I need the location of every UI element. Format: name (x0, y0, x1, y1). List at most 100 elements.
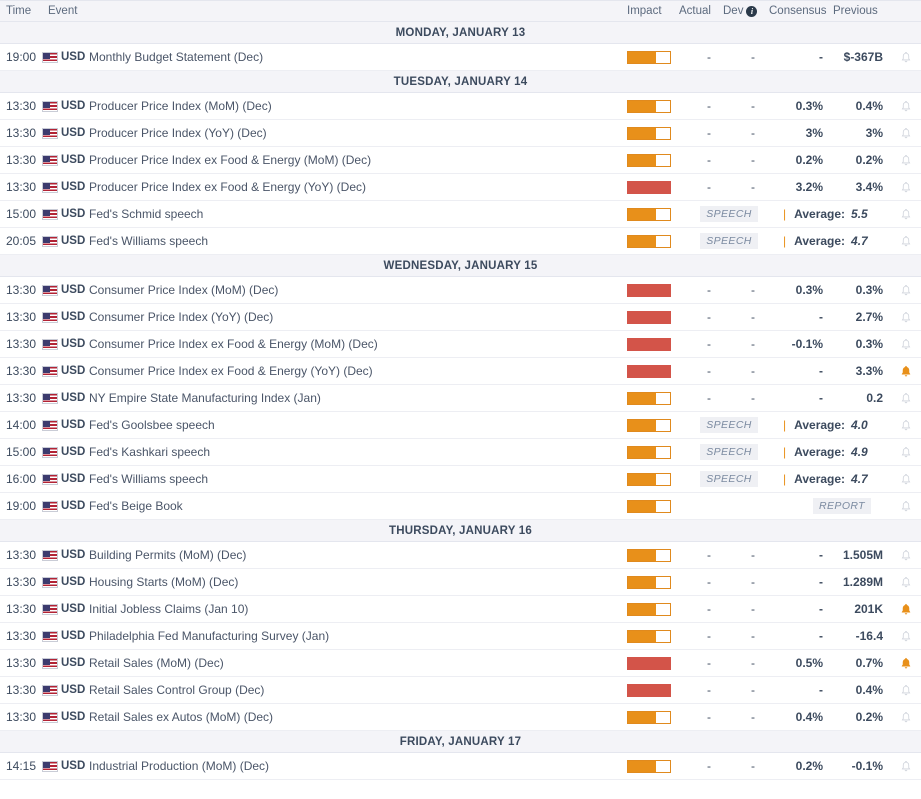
calendar-body: MONDAY, JANUARY 13 19:00 USD Monthly Budget… (0, 22, 921, 780)
alert-bell-button[interactable] (891, 549, 921, 562)
impact-bar-high (627, 283, 671, 297)
cell-event-name[interactable]: Monthly Budget Statement (Dec) (83, 50, 627, 64)
alert-bell-button[interactable] (891, 181, 921, 194)
alert-bell-button[interactable] (891, 576, 921, 589)
speech-average-value: 5.5 (851, 207, 868, 221)
alert-bell-button[interactable] (891, 365, 921, 378)
cell-time: 13:30 (6, 283, 37, 297)
table-row[interactable]: 13:30 USD Consumer Price Index ex Food & E… (0, 358, 921, 385)
alert-bell-button[interactable] (891, 284, 921, 297)
table-row[interactable]: 15:00 USD Fed's Schmid speech SPEECH | Averag… (0, 201, 921, 228)
cell-event-name[interactable]: Fed's Kashkari speech (83, 445, 627, 459)
alert-bell-button[interactable] (891, 392, 921, 405)
currency-code: USD (61, 127, 86, 139)
alert-bell-button[interactable] (891, 760, 921, 773)
impact-bar-medium (627, 391, 671, 405)
cell-event-name[interactable]: Fed's Williams speech (83, 472, 627, 486)
table-row[interactable]: 13:30 USD Producer Price Index ex Food & E… (0, 147, 921, 174)
alert-bell-button[interactable] (891, 338, 921, 351)
alert-bell-button[interactable] (891, 419, 921, 432)
cell-event-name[interactable]: Consumer Price Index ex Food & Energy (M… (83, 337, 627, 351)
table-row[interactable]: 14:00 USD Fed's Goolsbee speech SPEECH | Aver… (0, 412, 921, 439)
table-row[interactable]: 13:30 USD Philadelphia Fed Manufacturing S… (0, 623, 921, 650)
cell-currency: USD (40, 365, 85, 377)
cell-event-name[interactable]: Retail Sales (MoM) (Dec) (83, 656, 627, 670)
column-header-time[interactable]: Time (0, 5, 40, 17)
table-row[interactable]: 13:30 USD Housing Starts (MoM) (Dec) - - - 1.2… (0, 569, 921, 596)
table-row[interactable]: 13:30 USD Consumer Price Index (YoY) (Dec)… (0, 304, 921, 331)
alert-bell-button[interactable] (891, 684, 921, 697)
cell-event-name[interactable]: Consumer Price Index (YoY) (Dec) (83, 310, 627, 324)
table-row[interactable]: 13:30 USD Retail Sales (MoM) (Dec) - - 0.5% 0.… (0, 650, 921, 677)
alert-bell-button[interactable] (891, 711, 921, 724)
alert-bell-button[interactable] (891, 154, 921, 167)
currency-code: USD (61, 419, 86, 431)
cell-event-name[interactable]: Philadelphia Fed Manufacturing Survey (J… (83, 629, 627, 643)
table-row[interactable]: 13:30 USD NY Empire State Manufacturing In… (0, 385, 921, 412)
column-header-event[interactable]: Event (40, 5, 627, 17)
table-row[interactable]: 14:15 USD Industrial Production (MoM) (Dec… (0, 753, 921, 780)
table-row[interactable]: 13:30 USD Consumer Price Index (MoM) (Dec)… (0, 277, 921, 304)
alert-bell-button[interactable] (891, 500, 921, 513)
cell-event-name[interactable]: Building Permits (MoM) (Dec) (83, 548, 627, 562)
alert-bell-button[interactable] (891, 603, 921, 616)
currency-code: USD (61, 51, 86, 63)
table-row[interactable]: 13:30 USD Producer Price Index ex Food & E… (0, 174, 921, 201)
day-header: TUESDAY, JANUARY 14 (0, 71, 921, 93)
cell-event-name[interactable]: Fed's Williams speech (83, 234, 627, 248)
alert-bell-button[interactable] (891, 630, 921, 643)
cell-event-name[interactable]: Producer Price Index (YoY) (Dec) (83, 126, 627, 140)
us-flag-icon (42, 711, 58, 723)
table-row[interactable]: 20:05 USD Fed's Williams speech SPEECH | Aver… (0, 228, 921, 255)
cell-event-name[interactable]: Fed's Goolsbee speech (83, 418, 627, 432)
table-row[interactable]: 13:30 USD Producer Price Index (YoY) (Dec)… (0, 120, 921, 147)
alert-bell-button[interactable] (891, 100, 921, 113)
column-header-impact[interactable]: Impact (627, 5, 679, 17)
cell-event-name[interactable]: NY Empire State Manufacturing Index (Jan… (83, 391, 627, 405)
column-header-consensus[interactable]: Consensus (769, 5, 833, 17)
cell-event-name[interactable]: Initial Jobless Claims (Jan 10) (83, 602, 627, 616)
column-header-previous[interactable]: Previous (833, 5, 891, 17)
cell-event-name[interactable]: Consumer Price Index ex Food & Energy (Y… (83, 364, 627, 378)
table-row[interactable]: 16:00 USD Fed's Williams speech SPEECH | Aver… (0, 466, 921, 493)
speech-average-label: Average: (794, 445, 846, 459)
alert-bell-button[interactable] (891, 208, 921, 221)
column-header-dev[interactable]: Dev i (723, 5, 769, 17)
table-row[interactable]: 19:00 USD Fed's Beige Book REPORT (0, 493, 921, 520)
alert-bell-button[interactable] (891, 311, 921, 324)
cell-event-name[interactable]: Fed's Schmid speech (83, 207, 627, 221)
cell-previous: -0.1% (851, 759, 883, 773)
table-row[interactable]: 13:30 USD Building Permits (MoM) (Dec) - - - 1… (0, 542, 921, 569)
table-row[interactable]: 13:30 USD Retail Sales ex Autos (MoM) (Dec… (0, 704, 921, 731)
cell-event-name[interactable]: Consumer Price Index (MoM) (Dec) (83, 283, 627, 297)
cell-previous: $-367B (843, 50, 883, 64)
cell-event-name[interactable]: Industrial Production (MoM) (Dec) (83, 759, 627, 773)
cell-event-name[interactable]: Housing Starts (MoM) (Dec) (83, 575, 627, 589)
table-row[interactable]: 13:30 USD Producer Price Index (MoM) (Dec)… (0, 93, 921, 120)
alert-bell-button[interactable] (891, 127, 921, 140)
cell-event-name[interactable]: Fed's Beige Book (83, 499, 627, 513)
table-row[interactable]: 13:30 USD Retail Sales Control Group (Dec)… (0, 677, 921, 704)
table-row[interactable]: 15:00 USD Fed's Kashkari speech SPEECH | Aver… (0, 439, 921, 466)
column-header-actual[interactable]: Actual (679, 5, 723, 17)
impact-bar-medium (627, 710, 671, 724)
cell-actual: - (707, 126, 711, 140)
cell-event-name[interactable]: Producer Price Index ex Food & Energy (M… (83, 153, 627, 167)
cell-time: 13:30 (6, 683, 37, 697)
alert-bell-button[interactable] (891, 657, 921, 670)
cell-event-name[interactable]: Producer Price Index ex Food & Energy (Y… (83, 180, 627, 194)
alert-bell-button[interactable] (891, 446, 921, 459)
table-row[interactable]: 13:30 USD Consumer Price Index ex Food & E… (0, 331, 921, 358)
alert-bell-button[interactable] (891, 473, 921, 486)
cell-event-name[interactable]: Retail Sales ex Autos (MoM) (Dec) (83, 710, 627, 724)
cell-event-name[interactable]: Retail Sales Control Group (Dec) (83, 683, 627, 697)
table-row[interactable]: 19:00 USD Monthly Budget Statement (Dec) - -… (0, 44, 921, 71)
info-icon[interactable]: i (746, 5, 758, 17)
alert-bell-button[interactable] (891, 51, 921, 64)
table-row[interactable]: 13:30 USD Initial Jobless Claims (Jan 10) -… (0, 596, 921, 623)
cell-event-name[interactable]: Producer Price Index (MoM) (Dec) (83, 99, 627, 113)
cell-currency: USD (40, 181, 85, 193)
impact-bar-medium (627, 575, 671, 589)
alert-bell-button[interactable] (891, 235, 921, 248)
cell-currency: USD (40, 284, 85, 296)
